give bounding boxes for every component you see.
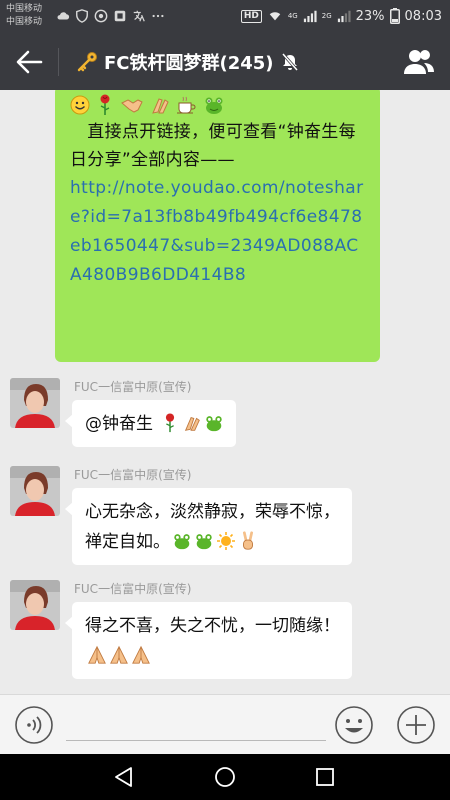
battery-percent: 23%: [355, 8, 385, 24]
sender-name: FUC一信富中原(宣传): [74, 380, 192, 394]
pray-icon: [88, 645, 106, 664]
emoji-line: [85, 641, 340, 671]
rose-icon: [100, 94, 110, 115]
carrier-labels: 中国移动 中国移动: [6, 3, 42, 29]
chat-area[interactable]: 直接点开链接，便可查看“钟奋生每日分享”全部内容—— http://note.y…: [0, 90, 450, 694]
victory-icon: [243, 531, 253, 550]
more-actions-icon[interactable]: [396, 705, 436, 745]
pray-icon: [110, 645, 128, 664]
smile-icon: [70, 95, 90, 115]
message-text: @钟奋生: [85, 414, 159, 434]
message-line: 禅定自如。: [85, 532, 170, 552]
translate-icon: [133, 10, 145, 22]
carrier-1-label: 中国移动: [6, 4, 43, 14]
emoji-picker-icon[interactable]: [334, 705, 374, 745]
frog-icon: [206, 416, 223, 432]
nav-recent-apps-icon[interactable]: [315, 767, 335, 787]
message-text: 直接点开链接，便可查看“钟奋生每日分享”全部内容——: [70, 122, 356, 170]
status-bar: 中国移动 中国移动 HD 4G 2G 23% 08:03: [0, 0, 450, 34]
battery-icon: [389, 8, 400, 24]
sender-name: FUC一信富中原(宣传): [74, 468, 192, 482]
shield-icon: [76, 9, 88, 23]
coffee-icon: [177, 96, 196, 114]
app-icon: [114, 10, 126, 22]
network-1-label: 4G: [287, 12, 298, 20]
signal-2-icon: [337, 10, 351, 23]
wifi-icon: [269, 12, 281, 21]
nav-back-icon[interactable]: [113, 766, 135, 788]
input-bar: [0, 694, 450, 754]
notification-icons: [56, 8, 165, 24]
message-input[interactable]: [66, 707, 326, 741]
sender-name: FUC一信富中原(宣传): [74, 582, 192, 596]
message-line: 心无杂念，淡然静寂，荣辱不惊，: [85, 502, 340, 522]
group-info-icon[interactable]: [402, 46, 436, 78]
chat-title-group: FC铁杆圆梦群(245): [76, 34, 300, 90]
frog-icon: [196, 534, 212, 550]
voice-input-icon[interactable]: [14, 705, 54, 745]
handshake-icon: [121, 99, 143, 113]
signal-1-icon: [303, 10, 317, 23]
system-status: HD 4G 2G 23% 08:03: [240, 7, 442, 25]
clap-icon: [185, 416, 201, 431]
back-arrow-icon[interactable]: [14, 48, 44, 76]
network-2-label: 2G: [321, 12, 332, 20]
bell-off-icon: [281, 53, 298, 71]
frog-icon: [205, 97, 223, 114]
avatar[interactable]: [10, 580, 60, 630]
message-bubble[interactable]: 得之不喜，失之不忧，一切随缘！: [65, 602, 352, 679]
chat-title: FC铁杆圆梦群(245): [104, 53, 274, 74]
message-bubble[interactable]: 心无杂念，淡然静寂，荣辱不惊， 禅定自如。: [65, 488, 352, 565]
key-icon: [77, 52, 97, 72]
hd-badge: HD: [240, 9, 262, 23]
avatar[interactable]: [10, 466, 60, 516]
cloud-icon: [57, 12, 70, 20]
qq-icon: [94, 9, 108, 23]
nav-home-icon[interactable]: [214, 766, 236, 788]
avatar[interactable]: [10, 378, 60, 428]
carrier-2-label: 中国移动: [6, 17, 43, 27]
clock: 08:03: [404, 8, 442, 24]
own-message-bubble[interactable]: 直接点开链接，便可查看“钟奋生每日分享”全部内容—— http://note.y…: [55, 90, 380, 362]
title-divider: [58, 48, 59, 76]
pray-icon: [132, 645, 150, 664]
message-line-wrap: 禅定自如。: [85, 527, 340, 557]
system-nav-bar: [0, 754, 450, 800]
message-bubble[interactable]: @钟奋生: [64, 400, 237, 447]
emoji-row: [70, 92, 366, 118]
message-line: 得之不喜，失之不忧，一切随缘！: [85, 616, 340, 636]
title-bar: FC铁杆圆梦群(245): [0, 34, 450, 90]
clap-icon: [152, 98, 169, 114]
frog-icon: [174, 534, 190, 550]
more-dots-icon: [152, 14, 164, 18]
rose-icon: [166, 413, 175, 433]
sun-icon: [217, 532, 235, 550]
message-link[interactable]: http://note.youdao.com/noteshare?id=7a13…: [70, 174, 366, 290]
